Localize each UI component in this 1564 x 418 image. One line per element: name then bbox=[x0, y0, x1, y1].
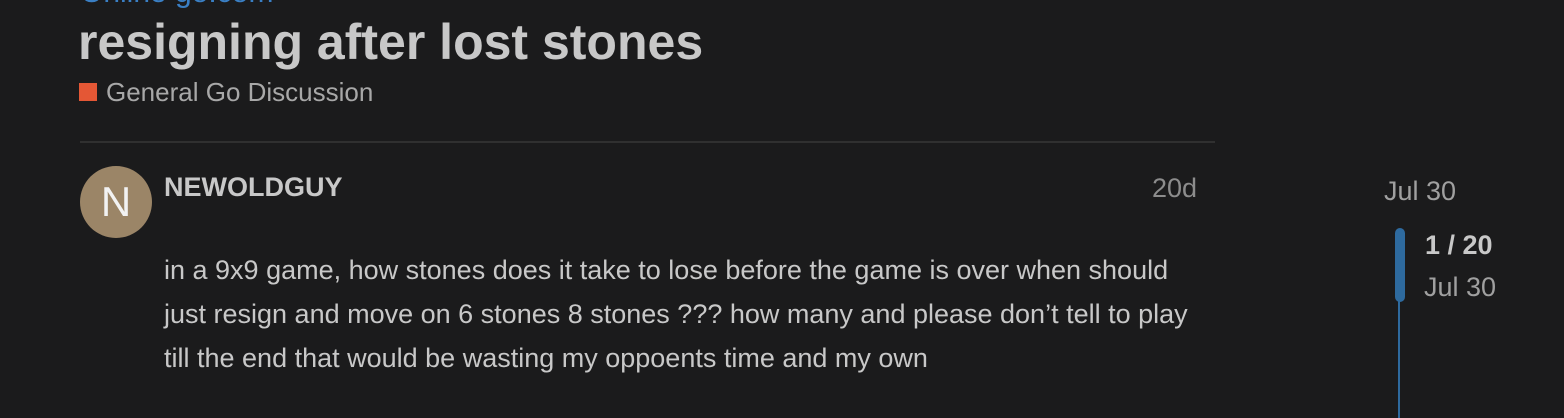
timeline-current-date: Jul 30 bbox=[1424, 272, 1497, 302]
post-body: in a 9x9 game, how stones does it take t… bbox=[164, 248, 1204, 380]
category-color-square-icon bbox=[79, 83, 97, 101]
timeline-scroll-handle[interactable] bbox=[1395, 228, 1405, 302]
timeline-scroll-track[interactable] bbox=[1398, 300, 1400, 418]
post-body-text: in a 9x9 game, how stones does it take t… bbox=[164, 255, 1188, 373]
timeline-post-position: 1 / 20 bbox=[1425, 230, 1493, 260]
timeline-start-date[interactable]: Jul 30 bbox=[1384, 176, 1456, 207]
topic-page: Online go.com resigning after lost stone… bbox=[0, 0, 1564, 418]
post-age[interactable]: 20d bbox=[1152, 173, 1197, 204]
topic-title[interactable]: resigning after lost stones bbox=[78, 12, 703, 72]
header-back-link[interactable]: Online go.com bbox=[80, 0, 273, 8]
title-divider bbox=[80, 141, 1215, 143]
post-username[interactable]: NEWOLDGUY bbox=[164, 172, 343, 203]
avatar[interactable]: N bbox=[80, 166, 152, 238]
category-label: General Go Discussion bbox=[106, 76, 374, 107]
category-badge[interactable]: General Go Discussion bbox=[79, 77, 373, 107]
